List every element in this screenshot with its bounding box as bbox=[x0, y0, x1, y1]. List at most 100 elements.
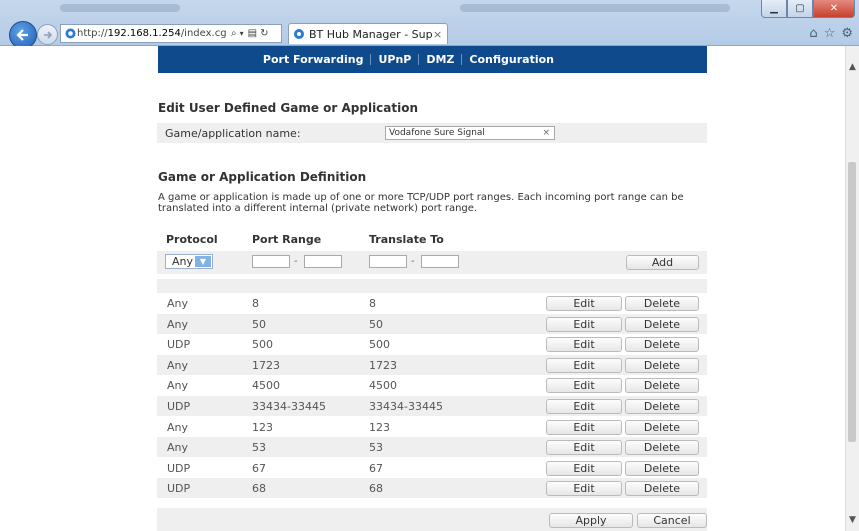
page-viewport: Port Forwarding UPnP DMZ Configuration E… bbox=[0, 46, 846, 531]
nav-upnp[interactable]: UPnP bbox=[370, 54, 418, 65]
apply-button[interactable]: Apply bbox=[549, 513, 633, 528]
table-row: UDP 33434-33445 33434-33445 Edit Delete bbox=[157, 396, 707, 416]
bt-favicon-icon bbox=[294, 29, 304, 39]
delete-button[interactable]: Delete bbox=[625, 337, 699, 353]
table-row: UDP 68 68 Edit Delete bbox=[157, 478, 707, 499]
home-icon[interactable]: ⌂ bbox=[809, 26, 817, 41]
game-name-input[interactable]: Vodafone Sure Signal × bbox=[385, 126, 555, 140]
row-protocol: UDP bbox=[167, 338, 191, 352]
row-port-range: 68 bbox=[252, 482, 266, 496]
row-port-range: 1723 bbox=[252, 358, 280, 372]
row-port-range: 4500 bbox=[252, 379, 280, 393]
settings-gear-icon[interactable]: ⚙ bbox=[841, 26, 853, 41]
back-button[interactable] bbox=[9, 21, 37, 49]
edit-button[interactable]: Edit bbox=[546, 337, 622, 353]
refresh-icon[interactable]: ↻ bbox=[260, 28, 268, 39]
delete-button[interactable]: Delete bbox=[625, 316, 699, 332]
browser-titlebar: ▁ ▢ ✕ http://192.168.1.254/index.cgi?act… bbox=[0, 0, 859, 49]
translate-dash: - bbox=[411, 256, 415, 267]
table-row: Any 1723 1723 Edit Delete bbox=[157, 354, 707, 375]
top-nav: Port Forwarding UPnP DMZ Configuration bbox=[158, 46, 707, 73]
definition-description: A game or application is made up of one … bbox=[158, 192, 684, 214]
vertical-scrollbar[interactable]: ▲ ▼ bbox=[845, 46, 859, 531]
header-translate-to: Translate To bbox=[369, 233, 444, 246]
row-translate-to: 67 bbox=[369, 461, 383, 475]
delete-button[interactable]: Delete bbox=[625, 357, 699, 373]
table-row: UDP 500 500 Edit Delete bbox=[157, 334, 707, 354]
scrollbar-thumb[interactable] bbox=[848, 162, 856, 442]
row-port-range: 50 bbox=[252, 317, 266, 331]
port-range-end-input[interactable] bbox=[304, 255, 342, 268]
row-protocol: Any bbox=[167, 358, 189, 372]
delete-button[interactable]: Delete bbox=[625, 481, 699, 497]
port-range-dash: - bbox=[294, 256, 298, 267]
browser-tab[interactable]: BT Hub Manager - Support... × bbox=[288, 23, 448, 44]
clear-input-icon[interactable]: × bbox=[542, 127, 550, 139]
edit-button[interactable]: Edit bbox=[546, 419, 622, 435]
edit-button[interactable]: Edit bbox=[546, 440, 622, 456]
edit-button[interactable]: Edit bbox=[546, 378, 622, 394]
edit-button[interactable]: Edit bbox=[546, 316, 622, 332]
table-row: Any 8 8 Edit Delete bbox=[157, 293, 707, 313]
name-row: Game/application name: Vodafone Sure Sig… bbox=[157, 123, 707, 143]
scroll-down-icon[interactable]: ▼ bbox=[848, 515, 857, 525]
edit-heading: Edit User Defined Game or Application bbox=[158, 101, 419, 115]
translate-end-input[interactable] bbox=[421, 255, 459, 268]
delete-button[interactable]: Delete bbox=[625, 399, 699, 414]
edit-button[interactable]: Edit bbox=[546, 481, 622, 497]
port-range-start-input[interactable] bbox=[252, 255, 290, 268]
favorites-star-icon[interactable]: ☆ bbox=[824, 26, 836, 41]
minimize-button[interactable]: ▁ bbox=[761, 0, 787, 18]
nav-dmz[interactable]: DMZ bbox=[418, 54, 461, 65]
maximize-button[interactable]: ▢ bbox=[787, 0, 813, 18]
nav-configuration[interactable]: Configuration bbox=[461, 54, 561, 65]
row-translate-to: 123 bbox=[369, 420, 390, 434]
definition-heading: Game or Application Definition bbox=[158, 170, 367, 184]
row-translate-to: 8 bbox=[369, 297, 376, 310]
row-protocol: Any bbox=[167, 297, 189, 310]
dropdown-icon[interactable]: ▾ bbox=[240, 29, 244, 38]
chevron-down-icon: ▼ bbox=[195, 256, 211, 267]
row-translate-to: 1723 bbox=[369, 358, 397, 372]
add-rule-row: Any ▼ - - Add bbox=[157, 251, 707, 274]
browser-right-icons: ⌂ ☆ ⚙ bbox=[809, 26, 853, 41]
delete-button[interactable]: Delete bbox=[625, 378, 699, 394]
row-protocol: Any bbox=[167, 441, 189, 455]
add-button[interactable]: Add bbox=[626, 255, 699, 270]
edit-button[interactable]: Edit bbox=[546, 460, 622, 476]
cancel-button[interactable]: Cancel bbox=[637, 513, 707, 528]
row-port-range: 500 bbox=[252, 338, 273, 352]
search-icon[interactable]: ⌕ bbox=[231, 28, 237, 39]
scroll-up-icon[interactable]: ▲ bbox=[848, 62, 857, 72]
address-bar[interactable]: http://192.168.1.254/index.cgi?act ⌕ ▾ ▤… bbox=[60, 24, 282, 43]
compat-view-icon[interactable]: ▤ bbox=[248, 28, 257, 39]
translate-start-input[interactable] bbox=[369, 255, 407, 268]
protocol-select[interactable]: Any ▼ bbox=[165, 254, 213, 269]
row-translate-to: 4500 bbox=[369, 379, 397, 393]
row-translate-to: 50 bbox=[369, 317, 383, 331]
blurred-window-title bbox=[460, 4, 730, 12]
header-protocol: Protocol bbox=[166, 233, 218, 246]
table-row: Any 50 50 Edit Delete bbox=[157, 313, 707, 334]
row-port-range: 33434-33445 bbox=[252, 400, 326, 413]
delete-button[interactable]: Delete bbox=[625, 440, 699, 456]
back-arrow-icon bbox=[16, 29, 28, 41]
window-controls: ▁ ▢ ✕ bbox=[761, 0, 855, 18]
tab-close-icon[interactable]: × bbox=[433, 28, 447, 41]
table-row: Any 123 123 Edit Delete bbox=[157, 417, 707, 437]
nav-port-forwarding[interactable]: Port Forwarding bbox=[256, 54, 371, 65]
delete-button[interactable]: Delete bbox=[625, 419, 699, 435]
table-spacer-row bbox=[157, 279, 707, 293]
edit-button[interactable]: Edit bbox=[546, 357, 622, 373]
game-name-value: Vodafone Sure Signal bbox=[389, 128, 485, 138]
edit-button[interactable]: Edit bbox=[546, 296, 622, 311]
edit-button[interactable]: Edit bbox=[546, 399, 622, 414]
row-protocol: Any bbox=[167, 420, 189, 434]
blurred-title-area bbox=[60, 4, 180, 12]
delete-button[interactable]: Delete bbox=[625, 460, 699, 476]
delete-button[interactable]: Delete bbox=[625, 296, 699, 311]
protocol-select-value: Any bbox=[172, 255, 194, 268]
close-window-button[interactable]: ✕ bbox=[813, 0, 855, 18]
forward-button[interactable] bbox=[37, 24, 58, 45]
row-port-range: 123 bbox=[252, 420, 273, 434]
